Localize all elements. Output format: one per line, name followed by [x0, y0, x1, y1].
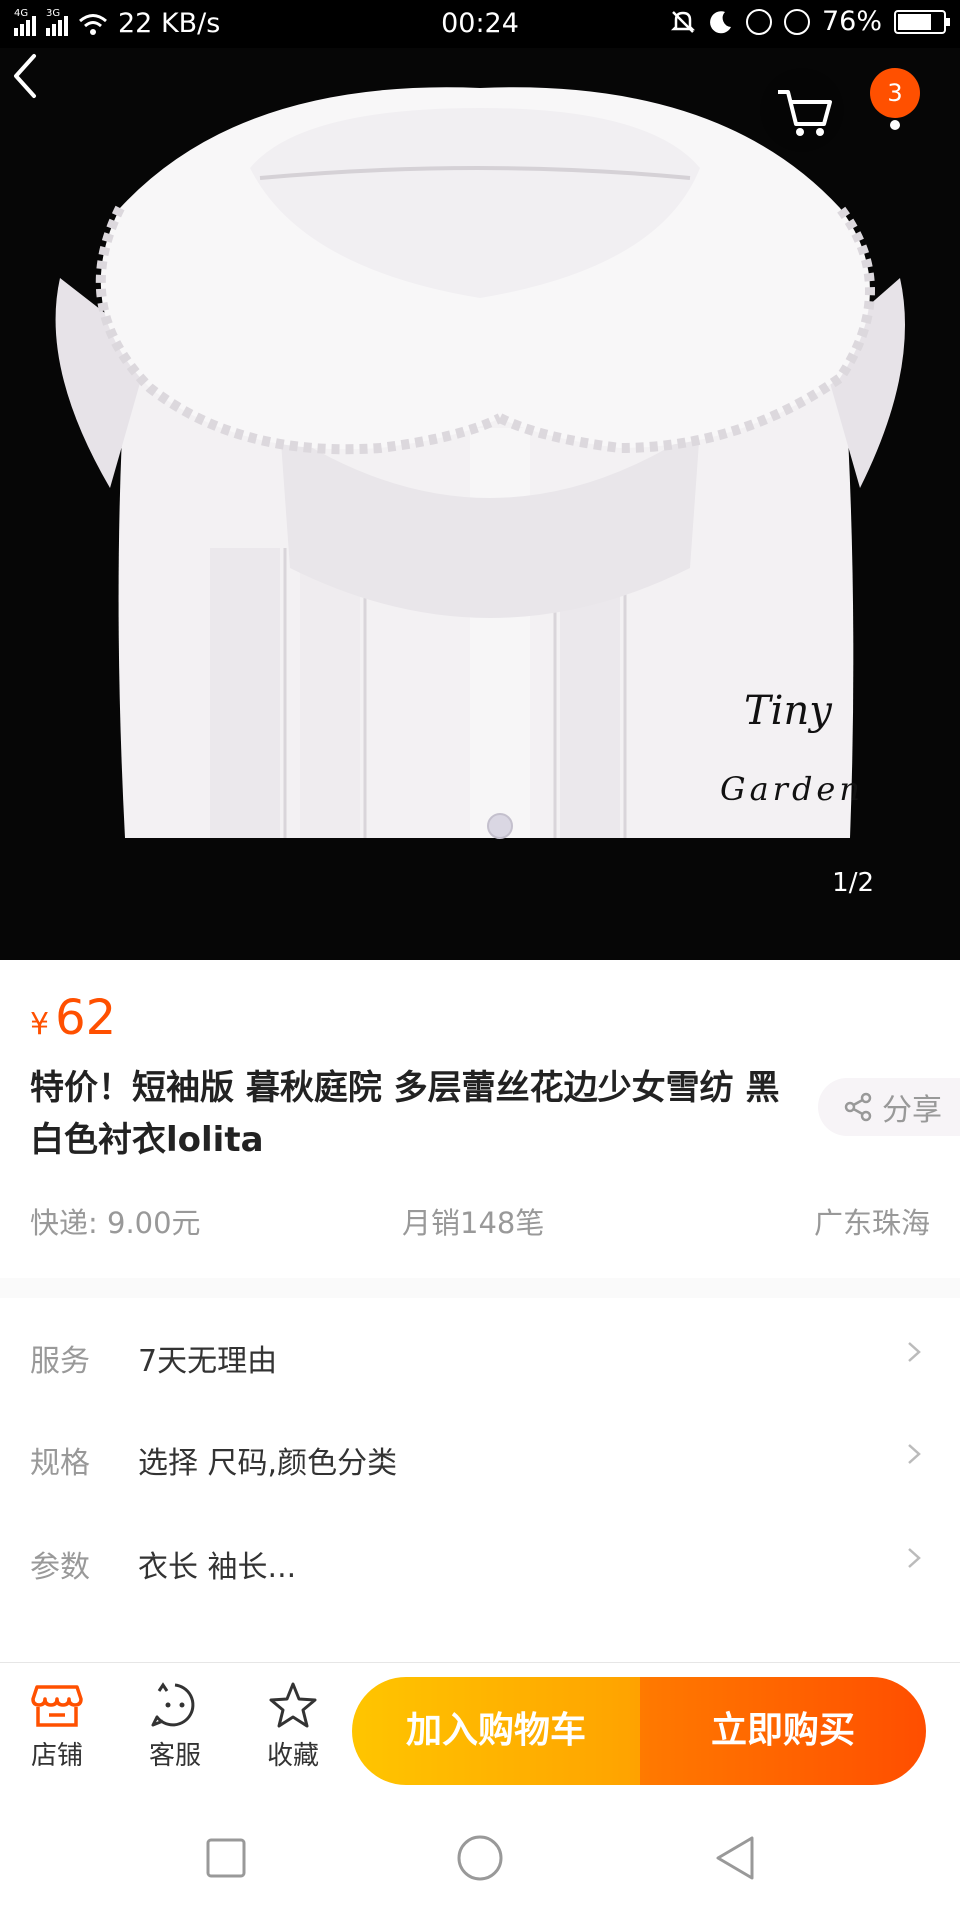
spec-row[interactable]: 规格 选择 尺码,颜色分类	[0, 1408, 960, 1508]
back-triangle-icon[interactable]	[706, 1828, 766, 1888]
battery-icon	[894, 9, 950, 34]
share-label: 分享	[882, 1093, 942, 1128]
customer-service-button[interactable]: 客服	[130, 1681, 220, 1772]
bottom-action-bar: 店铺 客服 收藏 加入购物车 立即购买	[0, 1662, 960, 1798]
shop-label: 店铺	[30, 1741, 83, 1771]
mute-icon	[670, 10, 696, 33]
shipping-fee: 快递: 9.00元	[30, 1206, 201, 1240]
currency-symbol: ¥	[30, 1007, 50, 1042]
product-image-carousel[interactable]: 3 Tiny Garden 1/2	[0, 48, 960, 960]
chevron-right-icon	[908, 1342, 921, 1362]
system-navigation-bar	[0, 1798, 960, 1920]
image-pager: 1/2	[832, 868, 874, 898]
params-key: 参数	[30, 1550, 90, 1585]
shop-icon	[31, 1685, 83, 1727]
cart-button[interactable]	[760, 68, 844, 152]
alarm-icon	[783, 8, 810, 35]
product-meta-row: 快递: 9.00元 月销148笔 广东珠海	[30, 1200, 930, 1244]
share-icon	[844, 1092, 872, 1122]
chevron-right-icon	[908, 1444, 921, 1464]
more-menu-dot[interactable]	[890, 120, 900, 130]
params-value: 衣长 袖长...	[138, 1550, 297, 1585]
buy-now-button[interactable]: 立即购买	[640, 1677, 926, 1785]
spec-key: 规格	[30, 1446, 90, 1481]
params-row[interactable]: 参数 衣长 袖长...	[0, 1512, 960, 1612]
section-divider	[0, 1278, 960, 1298]
customer-service-icon	[151, 1682, 195, 1727]
share-button[interactable]: 分享	[818, 1078, 960, 1136]
price-value: 62	[55, 990, 117, 1046]
add-to-cart-button[interactable]: 加入购物车	[352, 1677, 640, 1785]
product-title: 特价！短袖版 暮秋庭院 多层蕾丝花边少女雪纺 黑白色衬衣lolita	[30, 1068, 780, 1160]
moon-icon	[710, 10, 731, 33]
price: ¥ 62	[30, 990, 116, 1046]
lock-rotation-icon	[745, 8, 772, 35]
battery-percent: 76%	[821, 6, 882, 37]
service-value: 7天无理由	[138, 1344, 278, 1379]
chevron-right-icon	[908, 1548, 921, 1568]
back-arrow-icon[interactable]	[0, 48, 56, 104]
cart-count-badge[interactable]: 3	[870, 68, 920, 118]
shop-button[interactable]: 店铺	[12, 1681, 102, 1772]
service-row[interactable]: 服务 7天无理由	[0, 1306, 960, 1406]
recents-square-icon[interactable]	[196, 1828, 256, 1888]
spec-value: 选择 尺码,颜色分类	[138, 1446, 398, 1481]
customer-service-label: 客服	[148, 1741, 201, 1771]
star-icon	[269, 1682, 317, 1728]
brand-watermark-line-2: Garden	[720, 770, 864, 808]
status-bar: 4G 3G 22 KB/s 00:24 76%	[0, 0, 960, 48]
monthly-sales: 月销148笔	[402, 1206, 545, 1240]
ship-from-location: 广东珠海	[813, 1206, 930, 1240]
home-circle-icon[interactable]	[450, 1828, 510, 1888]
favorite-button[interactable]: 收藏	[248, 1681, 338, 1772]
brand-watermark-line-1: Tiny	[744, 688, 832, 734]
service-key: 服务	[30, 1344, 90, 1379]
cart-icon	[778, 90, 832, 136]
favorite-label: 收藏	[266, 1741, 319, 1771]
product-photo	[0, 48, 960, 960]
